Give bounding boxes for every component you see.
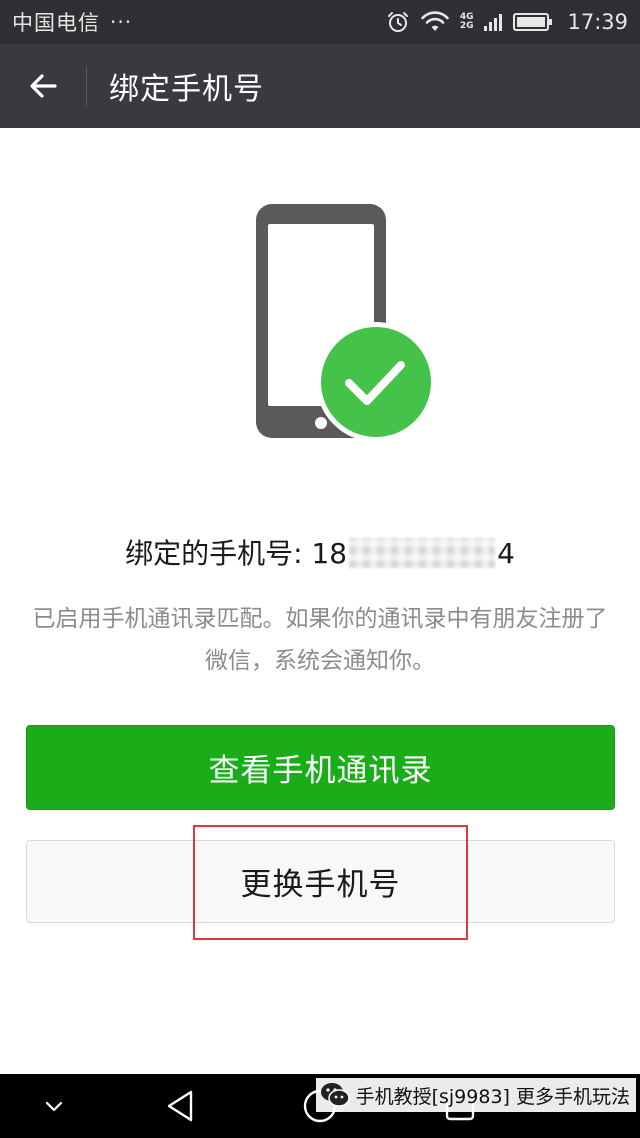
nav-hide-button[interactable] [30,1074,78,1138]
status-icons: 4G 2G 17:39 [386,10,628,34]
wifi-icon [421,11,449,31]
nav-back-button[interactable] [150,1074,210,1138]
check-circle-icon [316,322,436,442]
phone-suffix: 4 [497,537,515,570]
view-contacts-button[interactable]: 查看手机通讯录 [26,725,615,810]
carrier-name: 中国电信 [12,11,100,35]
net-2g-label: 2G [459,21,474,31]
watermark-text: 手机教授[sj9983] 更多手机玩法 [355,1085,630,1108]
chevron-down-icon [45,1101,63,1112]
wechat-icon [320,1083,350,1107]
app-bar-divider [86,66,87,106]
network-type: 4G 2G [460,13,474,31]
back-button[interactable] [0,44,86,128]
change-phone-button[interactable]: 更换手机号 [26,840,615,923]
alarm-icon [387,12,408,32]
page-title: 绑定手机号 [109,72,264,107]
bound-phone-number: 绑定的手机号: 18 4 [0,532,640,572]
app-bar: 绑定手机号 [0,44,640,128]
phone-prefix: 18 [311,537,348,570]
status-bar: 中国电信 ··· 4G 2G 17:39 [0,0,640,44]
battery-icon [513,13,553,31]
bound-label: 绑定的手机号: [125,537,312,570]
clock: 17:39 [567,10,628,34]
signal-icon [484,14,503,31]
more-notifications: ··· [110,10,133,34]
arrow-left-icon [30,74,57,98]
redacted-digits [349,538,496,568]
bound-phone-illustration [250,200,450,450]
watermark: 手机教授[sj9983] 更多手机玩法 [315,1078,636,1112]
contact-matching-notice: 已启用手机通讯录匹配。如果你的通讯录中有朋友注册了微信，系统会通知你。 [32,606,608,674]
nav-back-icon [167,1090,193,1122]
